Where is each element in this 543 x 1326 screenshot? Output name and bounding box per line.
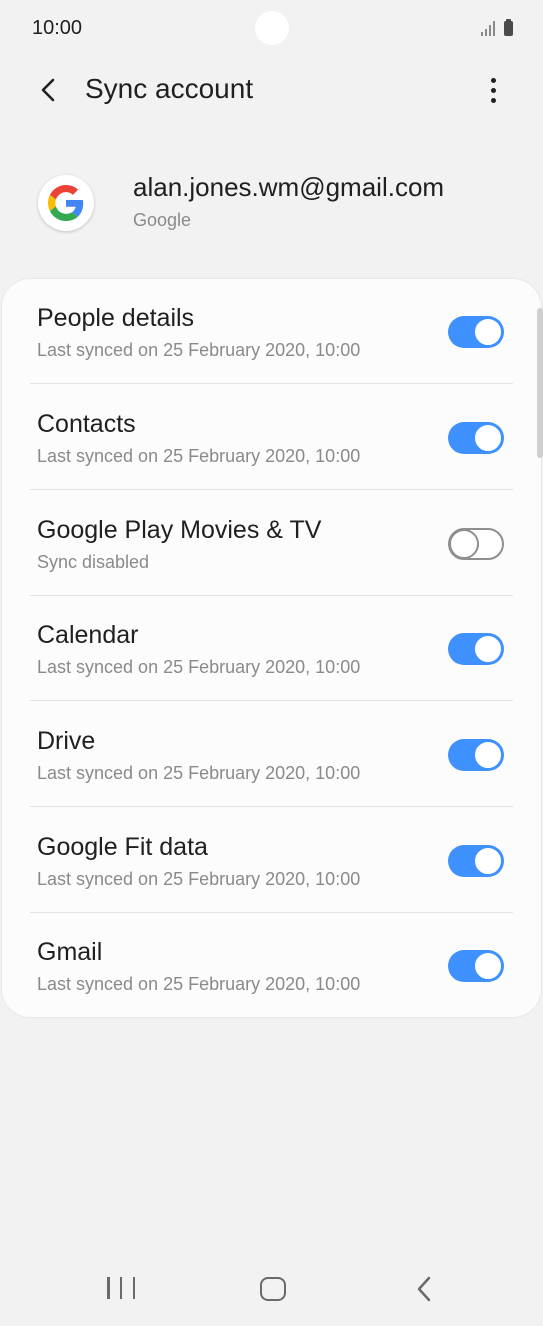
- page-title: Sync account: [85, 73, 254, 104]
- sync-toggle-contacts[interactable]: [448, 422, 504, 454]
- sync-toggle-calendar[interactable]: [448, 633, 504, 665]
- sync-items-card: People details Last synced on 25 Februar…: [2, 279, 541, 1017]
- divider: [30, 383, 513, 384]
- sync-item-title: Drive: [37, 727, 96, 755]
- account-type: Google: [133, 210, 192, 230]
- sync-item-title: Google Play Movies & TV: [37, 516, 322, 544]
- sync-toggle-google-fit[interactable]: [448, 845, 504, 877]
- home-button[interactable]: [260, 1277, 286, 1301]
- divider: [30, 489, 513, 490]
- sync-item-people-details[interactable]: People details Last synced on 25 Februar…: [2, 279, 541, 384]
- sync-item-google-fit[interactable]: Google Fit data Last synced on 25 Februa…: [2, 808, 541, 913]
- sync-item-title: Gmail: [37, 938, 103, 966]
- sync-toggle-drive[interactable]: [448, 739, 504, 771]
- sync-toggle-gmail[interactable]: [448, 950, 504, 982]
- sync-item-gmail[interactable]: Gmail Last synced on 25 February 2020, 1…: [2, 913, 541, 1018]
- more-options-icon: [490, 77, 496, 83]
- sync-item-calendar[interactable]: Calendar Last synced on 25 February 2020…: [2, 596, 541, 701]
- nav-back-button[interactable]: [410, 1274, 440, 1304]
- front-camera-cutout: [255, 11, 289, 45]
- divider: [30, 700, 513, 701]
- sync-item-drive[interactable]: Drive Last synced on 25 February 2020, 1…: [2, 702, 541, 807]
- sync-item-status: Sync disabled: [37, 552, 150, 572]
- recent-apps-icon: [107, 1277, 110, 1299]
- nav-back-icon: [417, 1276, 431, 1302]
- signal-icon: [481, 20, 497, 36]
- sync-item-title: Google Fit data: [37, 833, 208, 861]
- account-email: alan.jones.wm@gmail.com: [133, 172, 445, 202]
- scrollbar[interactable]: [537, 308, 543, 458]
- sync-item-title: Calendar: [37, 621, 139, 649]
- sync-item-contacts[interactable]: Contacts Last synced on 25 February 2020…: [2, 385, 541, 490]
- battery-icon: [504, 19, 513, 36]
- sync-item-title: Contacts: [37, 410, 136, 438]
- sync-item-status: Last synced on 25 February 2020, 10:00: [37, 340, 361, 360]
- sync-item-status: Last synced on 25 February 2020, 10:00: [37, 974, 361, 994]
- phone-screen: 10:00 Sync account alan.jones.wm@gmail.c…: [0, 0, 543, 1326]
- sync-item-status: Last synced on 25 February 2020, 10:00: [37, 657, 361, 677]
- sync-item-status: Last synced on 25 February 2020, 10:00: [37, 763, 361, 783]
- divider: [30, 806, 513, 807]
- sync-item-status: Last synced on 25 February 2020, 10:00: [37, 869, 361, 889]
- recent-apps-button[interactable]: [107, 1277, 135, 1301]
- status-icons: [481, 19, 513, 36]
- back-button[interactable]: [28, 70, 68, 110]
- more-options-button[interactable]: [473, 70, 513, 110]
- sync-item-status: Last synced on 25 February 2020, 10:00: [37, 446, 361, 466]
- sync-toggle-people-details[interactable]: [448, 316, 504, 348]
- sync-item-title: People details: [37, 304, 195, 332]
- google-logo-icon: [38, 175, 94, 231]
- sync-toggle-google-play-movies[interactable]: [448, 528, 504, 560]
- sync-item-google-play-movies[interactable]: Google Play Movies & TV Sync disabled: [2, 491, 541, 596]
- back-arrow-icon: [41, 78, 55, 102]
- status-time: 10:00: [32, 17, 83, 39]
